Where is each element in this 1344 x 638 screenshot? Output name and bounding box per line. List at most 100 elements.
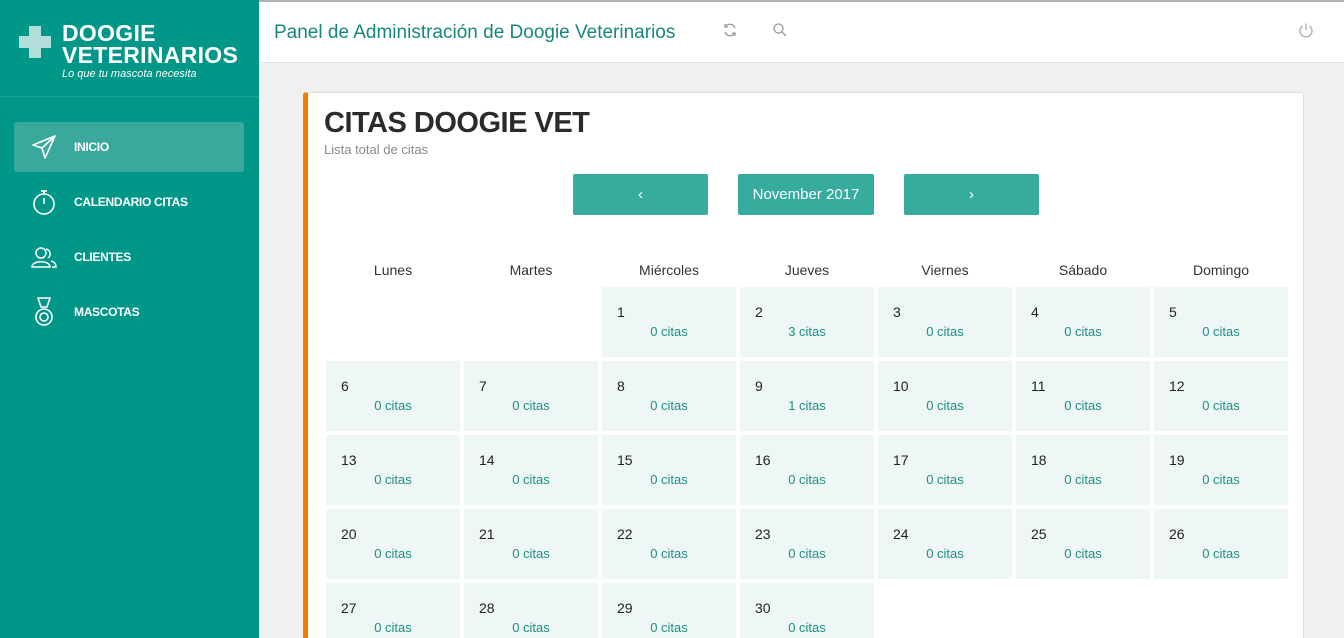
sidebar-item-clientes[interactable]: CLIENTES <box>14 232 244 282</box>
calendar-day-cell[interactable]: 11 0 citas <box>1016 361 1150 431</box>
calendar-day-cell[interactable]: 17 0 citas <box>878 435 1012 505</box>
appointment-count-link[interactable]: 0 citas <box>326 472 460 487</box>
calendar-day-cell[interactable]: 26 0 citas <box>1154 509 1288 579</box>
appointment-count-link[interactable]: 0 citas <box>1016 546 1150 561</box>
calendar-day-cell[interactable]: 7 0 citas <box>464 361 598 431</box>
appointment-count-link[interactable]: 0 citas <box>740 472 874 487</box>
calendar-day-cell[interactable]: 3 0 citas <box>878 287 1012 357</box>
calendar-day-cell[interactable]: 1 0 citas <box>602 287 736 357</box>
appointment-count-link[interactable]: 0 citas <box>1154 546 1288 561</box>
medal-icon <box>14 297 74 327</box>
refresh-icon[interactable] <box>722 22 738 43</box>
day-number: 15 <box>617 452 633 468</box>
calendar-day-cell[interactable]: 25 0 citas <box>1016 509 1150 579</box>
calendar-day-cell[interactable]: 13 0 citas <box>326 435 460 505</box>
calendar-empty-cell <box>326 287 460 357</box>
calendar-day-cell[interactable]: 5 0 citas <box>1154 287 1288 357</box>
sidebar-item-mascotas[interactable]: MASCOTAS <box>14 287 244 337</box>
appointment-count-link[interactable]: 0 citas <box>1016 324 1150 339</box>
calendar-day-cell[interactable]: 18 0 citas <box>1016 435 1150 505</box>
calendar-day-cell[interactable]: 8 0 citas <box>602 361 736 431</box>
appointment-count-link[interactable]: 0 citas <box>1154 324 1288 339</box>
search-icon[interactable] <box>772 22 788 43</box>
calendar-day-cell[interactable]: 28 0 citas <box>464 583 598 638</box>
day-number: 6 <box>341 378 349 394</box>
appointment-count-link[interactable]: 0 citas <box>464 546 598 561</box>
day-number: 9 <box>755 378 763 394</box>
appointment-count-link[interactable]: 1 citas <box>740 398 874 413</box>
day-number: 29 <box>617 600 633 616</box>
calendar-day-cell[interactable]: 27 0 citas <box>326 583 460 638</box>
top-bar: Panel de Administración de Doogie Veteri… <box>259 0 1344 63</box>
appointment-count-link[interactable]: 0 citas <box>1154 398 1288 413</box>
day-number: 1 <box>617 304 625 320</box>
sidebar-item-label: CALENDARIO CITAS <box>74 195 188 209</box>
appointment-count-link[interactable]: 0 citas <box>1016 398 1150 413</box>
calendar-day-cell[interactable]: 2 3 citas <box>740 287 874 357</box>
appointment-count-link[interactable]: 3 citas <box>740 324 874 339</box>
sidebar-item-label: CLIENTES <box>74 250 131 264</box>
calendar-day-cell[interactable]: 14 0 citas <box>464 435 598 505</box>
brand: DOOGIE VETERINARIOS Lo que tu mascota ne… <box>0 0 259 97</box>
calendar-day-cell[interactable]: 23 0 citas <box>740 509 874 579</box>
day-number: 3 <box>893 304 901 320</box>
power-icon[interactable] <box>1298 22 1314 43</box>
appointment-count-link[interactable]: 0 citas <box>1016 472 1150 487</box>
day-number: 21 <box>479 526 495 542</box>
page-title: Panel de Administración de Doogie Veteri… <box>274 22 676 43</box>
day-number: 22 <box>617 526 633 542</box>
brand-name: DOOGIE VETERINARIOS <box>62 22 238 67</box>
calendar-day-cell[interactable]: 6 0 citas <box>326 361 460 431</box>
calendar-day-cell[interactable]: 29 0 citas <box>602 583 736 638</box>
appointment-count-link[interactable]: 0 citas <box>878 324 1012 339</box>
calendar-day-cell[interactable]: 9 1 citas <box>740 361 874 431</box>
sidebar-item-calendario-citas[interactable]: CALENDARIO CITAS <box>14 177 244 227</box>
appointment-count-link[interactable]: 0 citas <box>602 620 736 635</box>
calendar-empty-cell <box>464 287 598 357</box>
appointment-count-link[interactable]: 0 citas <box>326 620 460 635</box>
calendar-day-cell[interactable]: 30 0 citas <box>740 583 874 638</box>
calendar-day-cell[interactable]: 21 0 citas <box>464 509 598 579</box>
calendar-day-cell[interactable]: 12 0 citas <box>1154 361 1288 431</box>
appointment-count-link[interactable]: 0 citas <box>878 398 1012 413</box>
appointment-count-link[interactable]: 0 citas <box>464 472 598 487</box>
appointment-count-link[interactable]: 0 citas <box>602 398 736 413</box>
appointment-count-link[interactable]: 0 citas <box>1154 472 1288 487</box>
appointment-count-link[interactable]: 0 citas <box>878 472 1012 487</box>
calendar-day-cell[interactable]: 24 0 citas <box>878 509 1012 579</box>
day-number: 19 <box>1169 452 1185 468</box>
prev-month-button[interactable]: ‹ <box>573 174 708 215</box>
appointment-count-link[interactable]: 0 citas <box>326 398 460 413</box>
weekday-label: Miércoles <box>639 262 699 278</box>
calendar-day-cell[interactable]: 4 0 citas <box>1016 287 1150 357</box>
calendar-day-cell[interactable]: 16 0 citas <box>740 435 874 505</box>
appointment-count-link[interactable]: 0 citas <box>464 398 598 413</box>
brand-tagline: Lo que tu mascota necesita <box>62 68 197 80</box>
day-number: 7 <box>479 378 487 394</box>
next-month-button[interactable]: › <box>904 174 1039 215</box>
calendar-day-cell[interactable]: 20 0 citas <box>326 509 460 579</box>
current-month-button[interactable]: November 2017 <box>738 174 874 215</box>
appointment-count-link[interactable]: 0 citas <box>326 546 460 561</box>
calendar-day-cell[interactable]: 10 0 citas <box>878 361 1012 431</box>
sidebar-item-inicio[interactable]: INICIO <box>14 122 244 172</box>
calendar-day-cell[interactable]: 19 0 citas <box>1154 435 1288 505</box>
appointment-count-link[interactable]: 0 citas <box>602 324 736 339</box>
users-icon <box>14 245 74 269</box>
appointment-count-link[interactable]: 0 citas <box>464 620 598 635</box>
appointment-count-link[interactable]: 0 citas <box>878 546 1012 561</box>
day-number: 8 <box>617 378 625 394</box>
calendar-day-cell[interactable]: 22 0 citas <box>602 509 736 579</box>
card-subtitle: Lista total de citas <box>324 142 429 157</box>
appointment-count-link[interactable]: 0 citas <box>740 620 874 635</box>
appointment-count-link[interactable]: 0 citas <box>602 472 736 487</box>
day-number: 27 <box>341 600 357 616</box>
calendar-day-cell[interactable]: 15 0 citas <box>602 435 736 505</box>
day-number: 4 <box>1031 304 1039 320</box>
appointment-count-link[interactable]: 0 citas <box>740 546 874 561</box>
weekday-label: Viernes <box>921 262 969 278</box>
weekday-label: Domingo <box>1192 262 1250 278</box>
weekday-label: Martes <box>509 262 553 278</box>
day-number: 13 <box>341 452 357 468</box>
appointment-count-link[interactable]: 0 citas <box>602 546 736 561</box>
